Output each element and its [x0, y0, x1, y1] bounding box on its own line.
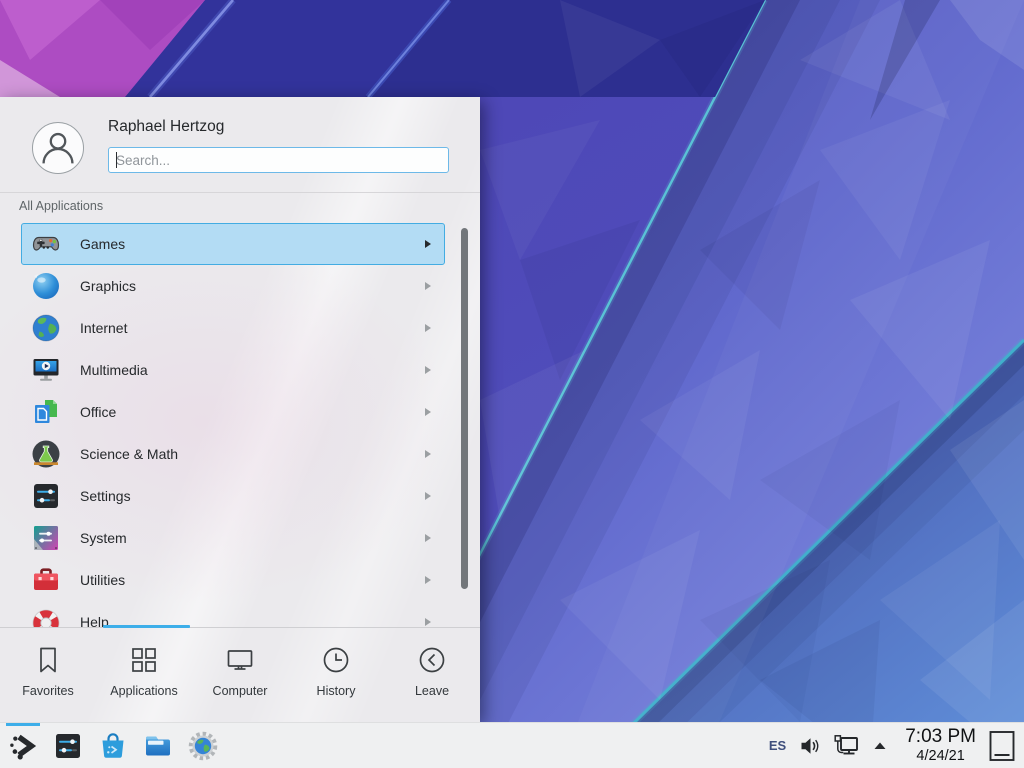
taskbar-panel: ES — [0, 722, 1024, 768]
text-cursor — [116, 152, 117, 168]
gamepad-icon — [30, 228, 62, 260]
submenu-arrow-icon — [425, 408, 431, 416]
submenu-arrow-icon — [425, 618, 431, 626]
search-input[interactable] — [108, 147, 449, 173]
expand-tray-icon[interactable] — [871, 739, 889, 753]
system-sliders-icon — [30, 522, 62, 554]
blue-sphere-icon — [30, 270, 62, 302]
system-tray: ES — [769, 724, 1018, 768]
clock-time: 7:03 PM — [905, 727, 976, 746]
tab-label: Applications — [110, 684, 177, 698]
tab-history[interactable]: History — [288, 628, 384, 722]
category-label: Internet — [80, 320, 425, 336]
category-item-system[interactable]: System — [21, 517, 445, 559]
flask-icon — [30, 438, 62, 470]
submenu-arrow-icon — [425, 282, 431, 290]
list-scrollbar[interactable] — [461, 228, 468, 589]
active-task-indicator — [6, 723, 40, 726]
category-label: System — [80, 530, 425, 546]
launcher-tabbar: Favorites Applications Computer — [0, 628, 480, 722]
tab-computer[interactable]: Computer — [192, 628, 288, 722]
show-desktop-icon — [987, 728, 1017, 764]
category-item-multimedia[interactable]: Multimedia — [21, 349, 445, 391]
tab-applications[interactable]: Applications — [96, 628, 192, 722]
header-divider — [0, 192, 480, 193]
system-settings-button[interactable] — [49, 723, 87, 768]
category-label: Science & Math — [80, 446, 425, 462]
volume-icon[interactable] — [799, 735, 821, 757]
application-launcher-button[interactable] — [4, 723, 42, 768]
submenu-arrow-icon — [425, 366, 431, 374]
bookmark-icon — [33, 645, 63, 675]
tab-label: History — [317, 684, 356, 698]
category-label: Utilities — [80, 572, 425, 588]
submenu-arrow-icon — [425, 576, 431, 584]
clock-date: 4/24/21 — [905, 749, 976, 764]
category-label: Graphics — [80, 278, 425, 294]
category-label: Games — [80, 236, 425, 252]
submenu-arrow-icon — [425, 492, 431, 500]
application-launcher-menu: Raphael Hertzog All Applications — [0, 97, 480, 722]
category-label: Multimedia — [80, 362, 425, 378]
category-item-office[interactable]: Office — [21, 391, 445, 433]
search-field — [108, 147, 449, 173]
computer-icon — [225, 645, 255, 675]
history-clock-icon — [321, 645, 351, 675]
tab-leave[interactable]: Leave — [384, 628, 480, 722]
tab-label: Favorites — [22, 684, 73, 698]
globe-gear-icon — [187, 730, 219, 762]
app-grid-icon — [129, 645, 159, 675]
monitor-play-icon — [30, 354, 62, 386]
digital-clock[interactable]: 7:03 PM 4/24/21 — [905, 727, 976, 764]
submenu-arrow-icon — [425, 324, 431, 332]
file-manager-button[interactable] — [139, 723, 177, 768]
show-desktop-button[interactable] — [986, 724, 1018, 768]
user-name: Raphael Hertzog — [108, 118, 224, 136]
keyboard-layout-indicator[interactable]: ES — [769, 738, 786, 753]
submenu-arrow-icon — [425, 240, 431, 248]
desktop: Raphael Hertzog All Applications — [0, 0, 1024, 768]
section-label: All Applications — [19, 199, 103, 213]
discover-button[interactable] — [94, 723, 132, 768]
tab-favorites[interactable]: Favorites — [0, 628, 96, 722]
network-icon[interactable] — [833, 734, 859, 758]
browser-button[interactable] — [184, 723, 222, 768]
toolbox-icon — [30, 564, 62, 596]
tab-label: Leave — [415, 684, 449, 698]
category-item-internet[interactable]: Internet — [21, 307, 445, 349]
leave-icon — [417, 645, 447, 675]
submenu-arrow-icon — [425, 450, 431, 458]
category-item-graphics[interactable]: Graphics — [21, 265, 445, 307]
documents-icon — [30, 396, 62, 428]
category-item-settings[interactable]: Settings — [21, 475, 445, 517]
globe-icon — [30, 312, 62, 344]
category-list: Games Graphics — [0, 220, 480, 627]
tab-label: Computer — [213, 684, 268, 698]
submenu-arrow-icon — [425, 534, 431, 542]
system-settings-icon — [52, 730, 84, 762]
user-avatar — [32, 122, 84, 174]
lifebuoy-icon — [30, 606, 62, 627]
category-item-help[interactable]: Help — [21, 601, 445, 627]
category-label: Office — [80, 404, 425, 420]
sliders-icon — [30, 480, 62, 512]
category-item-science-math[interactable]: Science & Math — [21, 433, 445, 475]
category-label: Settings — [80, 488, 425, 504]
category-item-games[interactable]: Games — [21, 223, 445, 265]
discover-bag-icon — [97, 730, 129, 762]
user-icon — [33, 123, 83, 173]
kde-launcher-icon — [7, 730, 39, 762]
category-item-utilities[interactable]: Utilities — [21, 559, 445, 601]
folder-icon — [142, 730, 174, 762]
